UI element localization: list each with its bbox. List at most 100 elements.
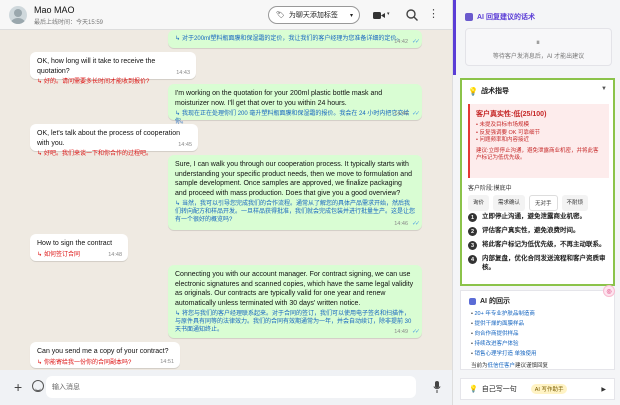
message-in[interactable]: OK, let's talk about the process of coop… <box>30 124 198 157</box>
stage-tag[interactable]: 无对手 <box>529 195 558 211</box>
step-number: 4 <box>468 255 477 264</box>
chevron-down-icon: ▾ <box>349 12 353 19</box>
ai-suggestion-item[interactable]: 持续改进客户体验 <box>471 339 537 349</box>
message-time: 14:49 <box>394 329 408 335</box>
avatar[interactable] <box>9 6 27 24</box>
read-receipt-icon: ✓✓ <box>411 329 420 335</box>
stage-tag[interactable]: 不耐烦 <box>561 195 589 211</box>
panel-title: AI 回复建议的话术 <box>465 12 535 22</box>
strategy-card: 💡 战术指导 ▼ 客户真实性:低(25/100) 未提及目标市场规模 反复强调要… <box>460 78 615 286</box>
message-out[interactable]: Connecting you with our account manager.… <box>168 265 422 338</box>
message-time: 14:45 <box>178 142 192 148</box>
translation-text: 如何签订合同 <box>44 251 81 258</box>
write-own-title: 自己写一句 <box>481 386 517 393</box>
message-text: Connecting you with our account manager.… <box>175 271 414 307</box>
ai-writing-assistant-tag[interactable]: AI 写作助手 <box>530 384 568 394</box>
message-time: 14:51 <box>160 359 174 365</box>
message-in[interactable]: OK, how long will it take to receive the… <box>30 52 196 85</box>
read-receipt-icon: ✓✓ <box>411 39 420 45</box>
chevron-down-icon[interactable]: ▾ <box>387 11 390 17</box>
message-time: 14:43 <box>176 70 190 76</box>
translate-icon: ↳ <box>175 36 181 42</box>
translate-icon: ↳ <box>37 251 43 258</box>
collapse-icon[interactable]: ▼ <box>601 86 607 92</box>
ai-suggestions-title-text: AI 的回示 <box>480 298 510 305</box>
ai-suggestions-card: AI 的回示 20+ 年专业护肤品制造商 提供干燥的面膜样品 向合作商提供样品 … <box>460 290 615 370</box>
search-icon[interactable] <box>405 8 419 22</box>
ai-suggestion-item[interactable]: 向合作商提供样品 <box>471 329 537 339</box>
stage-tag[interactable]: 需求确认 <box>493 195 526 211</box>
chat-pane: Mao MAO 最后上线时间：今天15:59 🏷 为聊天添加标签 ▾ ▾ ⋮ ↳… <box>0 0 452 405</box>
translate-icon: ↳ <box>37 151 43 157</box>
stage-tags: 询价 需求确认 无对手 不耐烦 <box>468 195 589 211</box>
more-options-icon[interactable]: ⋮ <box>428 7 439 21</box>
panel-title-text: AI 回复建议的话术 <box>477 14 535 21</box>
ai-suggestions-note: 当前为低信任客户建议谨慎回复 <box>471 361 548 369</box>
note-emphasis: 低信任客户 <box>487 363 516 369</box>
stage-tag[interactable]: 询价 <box>468 195 490 211</box>
sincerity-point: 问题频率和内容接近 <box>476 137 603 145</box>
message-time: 14:48 <box>108 252 122 258</box>
lightbulb-icon: 💡 <box>468 86 478 96</box>
message-text: I'm working on the quotation for your 20… <box>175 90 383 107</box>
ai-bot-icon <box>465 13 473 21</box>
plus-icon[interactable]: + <box>14 380 22 394</box>
translation-text: 你能寄给我一份你的合同副本吗? <box>44 359 132 366</box>
ai-suggestion-item[interactable]: 提供干燥的面膜样品 <box>471 319 537 329</box>
contact-name[interactable]: Mao MAO <box>34 5 75 15</box>
ai-suggestion-item[interactable]: 20+ 年专业护肤品制造商 <box>471 309 537 319</box>
message-text: How to sign the contract <box>37 240 113 247</box>
sincerity-point: 反复强调要 OK 可靠细节 <box>476 130 603 138</box>
message-out[interactable]: Sure, I can walk you through our coopera… <box>168 155 422 230</box>
message-out[interactable]: ↳ 对于200ml塑料瓶面膜和保湿霜的定价，我让我们的客户经理为您准备详细的定价。… <box>168 30 422 48</box>
note-suffix: 建议谨慎回复 <box>515 363 549 369</box>
chat-header: Mao MAO 最后上线时间：今天15:59 🏷 为聊天添加标签 ▾ ▾ ⋮ <box>0 0 452 30</box>
message-translation: ↳ 好的。请问需要多长时间才能收到报价? <box>37 78 189 86</box>
message-time: 14:46 <box>394 221 408 227</box>
lightbulb-icon: 💡 <box>469 386 478 393</box>
translation-text: 好的。请问需要多长时间才能收到报价? <box>44 79 150 85</box>
message-translation: ↳ 好吧。我们来谈一下和你合作的过程吧。 <box>37 150 191 158</box>
message-time: 14:44 <box>394 111 408 117</box>
note-prefix: 当前为 <box>471 363 488 369</box>
message-out[interactable]: I'm working on the quotation for your 20… <box>168 84 422 125</box>
step-text: 评估客户真实性，避免浪费时间。 <box>482 227 580 234</box>
translate-icon: ↳ <box>175 201 181 207</box>
ai-suggestions-list: 20+ 年专业护肤品制造商 提供干燥的面膜样品 向合作商提供样品 持续改进客户体… <box>471 309 537 359</box>
tag-icon: 🏷 <box>276 12 285 19</box>
read-receipt-icon: ✓✓ <box>411 221 420 227</box>
ai-bot-icon <box>469 297 476 305</box>
strategy-step: 1 立即停止沟通，避免泄露商业机密。 <box>468 213 609 222</box>
translate-icon: ↳ <box>37 79 43 85</box>
pause-icon: ⏸ <box>536 38 540 47</box>
message-text: Sure, I can walk you through our coopera… <box>175 161 412 197</box>
step-number: 1 <box>468 213 477 222</box>
emoji-icon[interactable] <box>32 380 44 392</box>
ai-suggestions-title: AI 的回示 <box>469 296 510 306</box>
read-receipt-icon: ✓✓ <box>411 111 420 117</box>
step-text: 立即停止沟通，避免泄露商业机密。 <box>482 213 586 220</box>
message-in[interactable]: Can you send me a copy of your contract?… <box>30 342 180 368</box>
message-text: OK, let's talk about the process of coop… <box>37 130 180 147</box>
message-translation: ↳ 对于200ml塑料瓶面膜和保湿霜的定价，我让我们的客户经理为您准备详细的定价。 <box>175 35 415 43</box>
waiting-text: 等待客户发消息后，AI 才能出建议 <box>492 54 585 60</box>
write-own-reply[interactable]: 💡 自己写一句 AI 写作助手 ▶ <box>460 378 615 400</box>
strategy-step: 4 内部复盘，优化合同发送流程和客户资质审核。 <box>468 255 609 272</box>
ai-suggestion-item[interactable]: 销售心理学打造 单独使用 <box>471 349 536 359</box>
strategy-steps: 1 立即停止沟通，避免泄露商业机密。 2 评估客户真实性，避免浪费时间。 3 将… <box>468 213 609 277</box>
add-label-button[interactable]: 🏷 为聊天添加标签 ▾ <box>268 6 360 24</box>
sincerity-title: 客户真实性:低(25/100) <box>476 111 547 118</box>
play-icon[interactable]: ▶ <box>601 386 606 393</box>
last-seen: 最后上线时间：今天15:59 <box>34 20 104 26</box>
message-input[interactable] <box>46 376 416 398</box>
strategy-step: 3 将此客户标记为低优先级，不再主动联系。 <box>468 241 609 250</box>
sincerity-box: 客户真实性:低(25/100) 未提及目标市场规模 反复强调要 OK 可靠细节 … <box>468 104 609 178</box>
translation-text: 对于200ml塑料瓶面膜和保湿霜的定价，我让我们的客户经理为您准备详细的定价。 <box>182 36 403 42</box>
message-in[interactable]: How to sign the contract ↳ 如何签订合同 14:48 <box>30 234 128 261</box>
microphone-icon[interactable] <box>433 381 441 393</box>
message-translation: ↳ 你能寄给我一份你的合同副本吗? <box>37 359 173 367</box>
floating-assistant-icon[interactable]: ◎ <box>603 285 615 297</box>
add-label-text: 为聊天添加标签 <box>288 12 338 19</box>
translation-text: 将您与我们的客户经理联系起来。对于合同的签订，我们可以使用电子签名和扫描件，与原… <box>175 311 412 333</box>
message-translation: ↳ 我现在正在处理你们 200 毫升塑料瓶面膜和保湿霜的报价。我会在 24 小时内… <box>175 110 415 126</box>
